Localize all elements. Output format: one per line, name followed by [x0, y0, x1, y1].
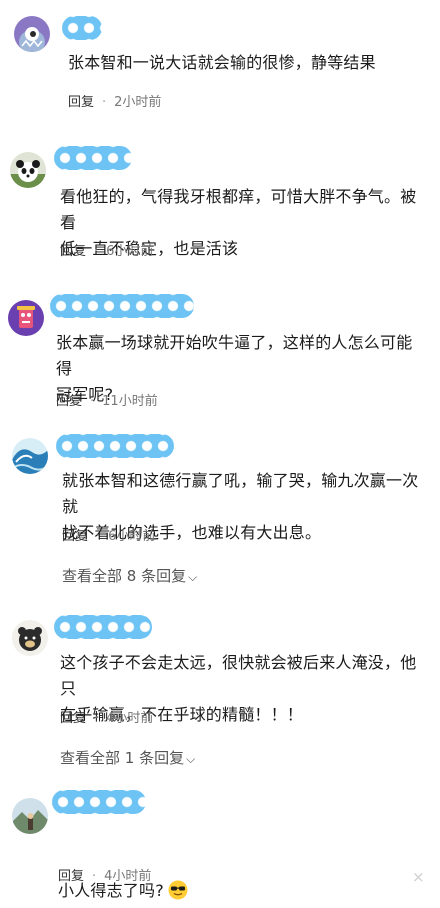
separator-dot: · — [94, 244, 99, 259]
timestamp: 11小时前 — [102, 394, 158, 409]
timestamp: 4小时前 — [104, 869, 152, 884]
view-all-replies-button[interactable]: 查看全部 8 条回复 ⌵ — [62, 566, 197, 587]
comment-meta: 回复 · 4小时前 — [60, 710, 153, 728]
reply-button[interactable]: 回复 — [60, 244, 86, 259]
separator-dot: · — [92, 869, 97, 884]
separator-dot: · — [96, 529, 101, 544]
separator-dot: · — [90, 394, 95, 409]
view-all-replies-button[interactable]: 查看全部 1 条回复 ⌵ — [60, 748, 195, 769]
comment-meta: 回复 · 6小时前 — [60, 243, 153, 261]
username-blurred[interactable] — [50, 294, 194, 318]
username-blurred[interactable] — [62, 16, 102, 40]
reply-button[interactable]: 回复 — [68, 95, 94, 110]
monster-avatar-icon[interactable] — [14, 16, 50, 52]
timestamp: 2小时前 — [114, 95, 162, 110]
timestamp: 6小时前 — [108, 529, 156, 544]
view-all-replies-label: 查看全部 1 条回复 — [60, 749, 185, 767]
panda-avatar-icon[interactable] — [10, 152, 46, 188]
username-blurred[interactable] — [52, 790, 146, 814]
animal-avatar-icon[interactable] — [12, 620, 48, 656]
wave-avatar-icon[interactable] — [12, 438, 48, 474]
separator-dot: · — [94, 711, 99, 726]
comment-meta: 回复 · 4小时前 — [58, 868, 151, 886]
timestamp: 4小时前 — [106, 711, 154, 726]
username-blurred[interactable] — [54, 146, 132, 170]
reply-button[interactable]: 回复 — [56, 394, 82, 409]
separator-dot: · — [102, 95, 107, 110]
reply-button[interactable]: 回复 — [60, 711, 86, 726]
view-all-replies-label: 查看全部 8 条回复 — [62, 567, 187, 585]
username-blurred[interactable] — [56, 434, 174, 458]
reply-button[interactable]: 回复 — [58, 869, 84, 884]
comment-meta: 回复 · 6小时前 — [62, 528, 155, 546]
chevron-down-icon: ⌵ — [186, 752, 196, 766]
landscape-avatar-icon[interactable] — [12, 798, 48, 834]
username-blurred[interactable] — [54, 615, 152, 639]
comment-meta: 回复 · 2小时前 — [68, 94, 161, 112]
character-avatar-icon[interactable] — [8, 300, 44, 336]
close-icon[interactable]: × — [412, 868, 425, 886]
sunglasses-emoji-icon — [168, 854, 188, 908]
reply-button[interactable]: 回复 — [62, 529, 88, 544]
chevron-down-icon: ⌵ — [188, 570, 198, 584]
comment-meta: 回复 · 11小时前 — [56, 393, 158, 411]
comment-text: 张本智和一说大话就会输的很惨，静等结果 — [68, 53, 376, 72]
timestamp: 6小时前 — [106, 244, 154, 259]
